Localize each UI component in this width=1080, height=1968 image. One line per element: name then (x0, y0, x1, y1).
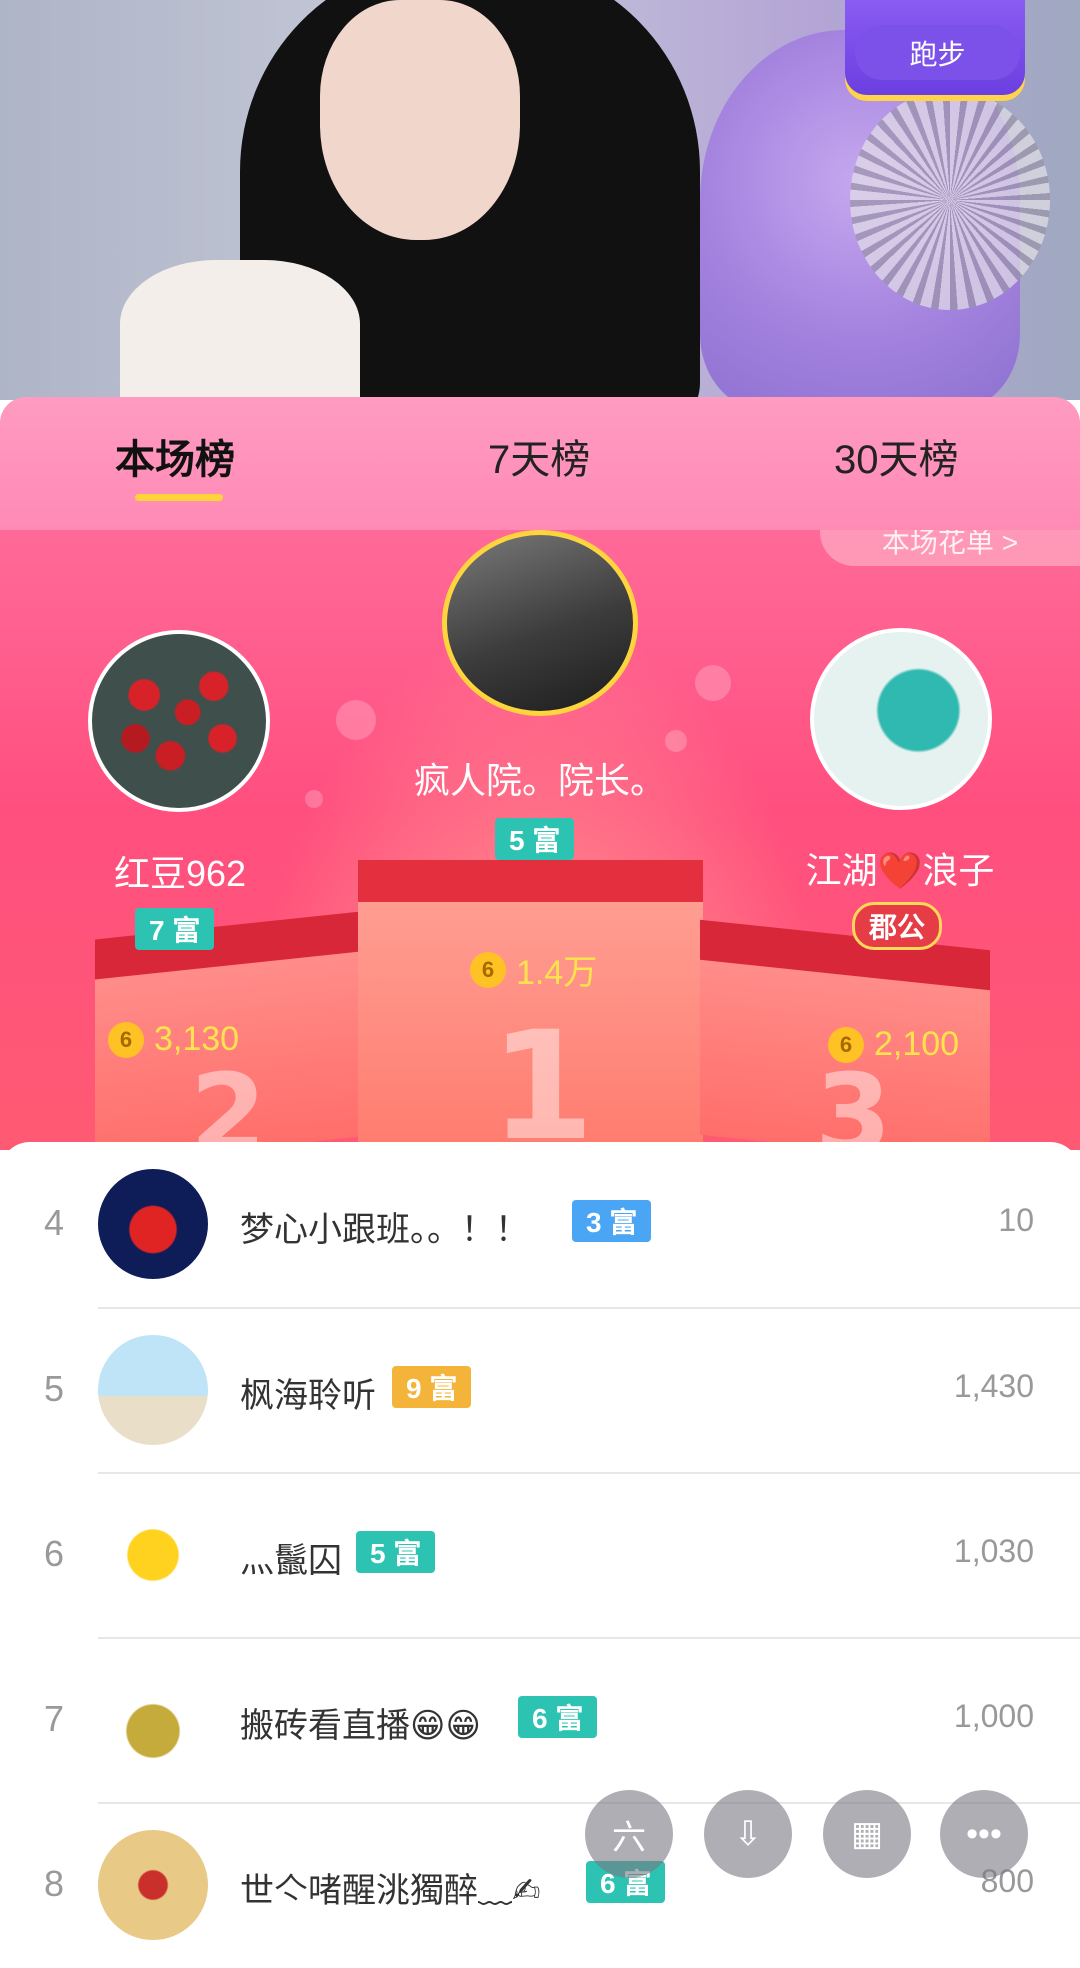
leaderboard-tabs: 本场榜 7天榜 30天榜 (0, 397, 1080, 530)
avatar[interactable] (98, 1500, 208, 1610)
user-name: 搬砖看直播😁😁 (240, 1707, 481, 1745)
wealth-badge: 5 富 (356, 1531, 436, 1573)
coin-icon: 6 (828, 1026, 864, 1063)
avatar[interactable] (98, 1665, 208, 1775)
badge-rank-2: 7 富 (135, 908, 215, 950)
avatar[interactable] (98, 1169, 208, 1279)
grid-icon: ▦ (850, 1815, 884, 1853)
name-rank-3: 江湖❤️浪子 (805, 850, 995, 891)
coin-icon: 6 (470, 951, 506, 988)
score-value-rank-1: 1.4万 (516, 954, 598, 992)
tab-7-days[interactable]: 7天榜 (488, 427, 590, 485)
contribution-score: 1,430 (953, 1368, 1034, 1404)
score-rank-2: 6 3,130 (108, 1020, 239, 1059)
grid-button[interactable]: ▦ (823, 1790, 911, 1878)
wealth-badge: 9 富 (392, 1366, 472, 1408)
rank-number: 5 (44, 1368, 65, 1409)
share-button[interactable]: 六 (585, 1790, 673, 1878)
user-name: 世亽啫醒洮獨醉﹏✍ (240, 1872, 541, 1910)
avatar[interactable] (98, 1335, 208, 1445)
ranking-list: 4 梦心小跟班。。！！ 3 富 10 5 枫海聆听 9 富 1,430 6 灬鬛… (0, 1142, 1080, 1940)
avatar[interactable] (98, 1830, 208, 1940)
bubble-decoration (665, 730, 687, 752)
rank-number-1: 1 (490, 1000, 595, 1150)
wealth-badge: 3 富 (572, 1200, 652, 1242)
podium-section: 本场花单 > 2 1 3 红豆962 7 富 6 3,130 疯人院。院长。 5… (0, 530, 1080, 1150)
list-item[interactable]: 7 搬砖看直播😁😁 6 富 1,000 (0, 1638, 1080, 1803)
bubble-decoration (695, 665, 731, 701)
user-name: 梦心小跟班。。！！ (240, 1211, 529, 1249)
score-value-rank-3: 2,100 (874, 1025, 960, 1063)
rank-number: 7 (44, 1698, 65, 1739)
list-item[interactable]: 4 梦心小跟班。。！！ 3 富 10 (0, 1142, 1080, 1307)
list-item[interactable]: 8 世亽啫醒洮獨醉﹏✍ 6 富 800 (0, 1803, 1080, 1968)
rank-number-3: 3 (815, 1050, 892, 1150)
name-rank-2: 红豆962 (113, 853, 247, 894)
contribution-score: 1,000 (953, 1698, 1034, 1734)
user-name: 枫海聆听 (240, 1377, 376, 1415)
download-icon: ⇩ (733, 1815, 763, 1853)
user-name: 灬鬛囚 (240, 1542, 342, 1580)
avatar-rank-3[interactable] (810, 628, 992, 810)
activity-badge[interactable]: 跑步 (855, 25, 1020, 80)
tab-this-show[interactable]: 本场榜 (115, 427, 235, 485)
active-tab-indicator (135, 494, 223, 501)
download-button[interactable]: ⇩ (704, 1790, 792, 1878)
tab-30-days[interactable]: 30天榜 (834, 427, 959, 485)
score-rank-1: 6 1.4万 (470, 945, 597, 994)
streamer-face (320, 0, 520, 240)
list-item[interactable]: 5 枫海聆听 9 富 1,430 (0, 1308, 1080, 1473)
podium-top-1 (358, 860, 703, 902)
more-button[interactable]: ••• (940, 1790, 1028, 1878)
avatar-rank-2[interactable] (88, 630, 270, 812)
list-item[interactable]: 6 灬鬛囚 5 富 1,030 (0, 1473, 1080, 1638)
live-video[interactable]: 跑步 (0, 0, 1080, 400)
contribution-score: 10 (998, 1202, 1034, 1238)
badge-rank-3: 郡公 (852, 902, 943, 950)
bubble-decoration (336, 700, 376, 740)
rank-number: 4 (44, 1202, 65, 1243)
score-value-rank-2: 3,130 (154, 1020, 240, 1058)
wealth-badge: 6 富 (518, 1696, 598, 1738)
streamer-shirt (120, 260, 360, 400)
avatar-rank-1[interactable] (442, 530, 638, 716)
score-rank-3: 6 2,100 (828, 1025, 959, 1064)
rank-number: 8 (44, 1863, 65, 1904)
share-icon: 六 (612, 1818, 646, 1857)
gift-list-link[interactable]: 本场花单 > (820, 530, 1080, 566)
bubble-decoration (305, 790, 323, 808)
name-rank-1: 疯人院。院长。 (413, 760, 666, 801)
more-icon: ••• (966, 1814, 1002, 1853)
background-fan (850, 90, 1050, 310)
badge-rank-1: 5 富 (495, 818, 575, 860)
contribution-score: 1,030 (953, 1533, 1034, 1569)
coin-icon: 6 (108, 1021, 144, 1058)
rank-number-2: 2 (190, 1050, 267, 1150)
rank-number: 6 (44, 1533, 65, 1574)
